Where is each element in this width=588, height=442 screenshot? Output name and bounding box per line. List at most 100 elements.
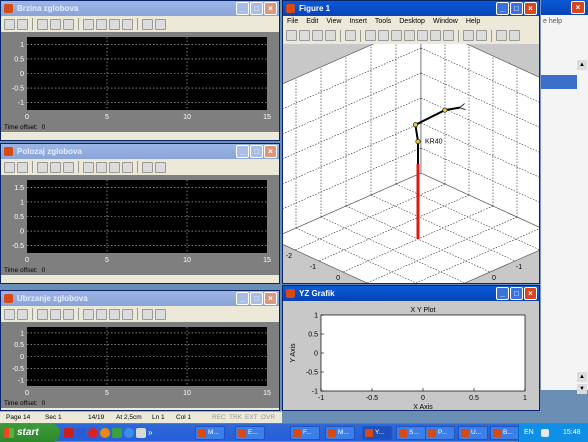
taskbar-button[interactable]: B...	[490, 426, 520, 440]
print-icon[interactable]	[325, 30, 336, 41]
colorbar-icon[interactable]	[463, 30, 474, 41]
zoom-x-icon[interactable]	[50, 308, 61, 320]
pointer-icon[interactable]	[345, 30, 356, 41]
menu-help[interactable]: Help	[466, 16, 480, 28]
start-button[interactable]: start	[0, 424, 60, 442]
show-tools-icon[interactable]	[509, 30, 520, 41]
close-icon[interactable]: ×	[264, 292, 277, 305]
close-icon[interactable]: ×	[264, 2, 277, 15]
restore-axes-icon[interactable]	[109, 18, 120, 30]
maximize-icon[interactable]: □	[250, 292, 263, 305]
parameters-icon[interactable]	[17, 18, 28, 30]
link-icon[interactable]	[443, 30, 454, 41]
legend-icon[interactable]	[476, 30, 487, 41]
print-icon[interactable]	[4, 161, 15, 173]
close-icon[interactable]: ×	[264, 145, 277, 158]
new-icon[interactable]	[286, 30, 297, 41]
menu-edit[interactable]: Edit	[306, 16, 318, 28]
signal-selector-icon[interactable]	[155, 18, 166, 30]
tray-icon[interactable]	[541, 429, 549, 437]
floating-scope-icon[interactable]	[122, 18, 133, 30]
autoscale-icon[interactable]	[83, 18, 94, 30]
save-axes-icon[interactable]	[96, 161, 107, 173]
maximize-icon[interactable]: □	[510, 287, 523, 300]
save-icon[interactable]	[312, 30, 323, 41]
minimize-icon[interactable]: _	[496, 287, 509, 300]
scope-plot[interactable]: 10.50-0.5-10 5 10 15	[1, 322, 279, 408]
signal-selector-icon[interactable]	[155, 308, 166, 320]
3d-plot[interactable]: 210-1-2-2-1012210-1-2ZXYKR40	[251, 22, 566, 306]
print-icon[interactable]	[4, 18, 15, 30]
taskbar-button[interactable]: S...	[396, 426, 426, 440]
restore-axes-icon[interactable]	[109, 308, 120, 320]
close-icon[interactable]: ×	[571, 1, 585, 14]
close-icon[interactable]: ×	[524, 2, 537, 15]
menu-insert[interactable]: Insert	[349, 16, 367, 28]
brush-icon[interactable]	[430, 30, 441, 41]
hide-tools-icon[interactable]	[496, 30, 507, 41]
zoom-y-icon[interactable]	[63, 18, 74, 30]
restore-axes-icon[interactable]	[109, 161, 120, 173]
chevron-right-icon[interactable]: »	[148, 428, 154, 438]
scope-plot[interactable]: 10.50-0.5-10 5 10 15	[1, 32, 279, 132]
zoom-icon[interactable]	[37, 18, 48, 30]
minimize-icon[interactable]: _	[496, 2, 509, 15]
parameters-icon[interactable]	[17, 308, 28, 320]
close-icon[interactable]: ×	[524, 287, 537, 300]
menu-desktop[interactable]: Desktop	[399, 16, 425, 28]
scope-titlebar[interactable]: Brzina zglobova _ □ ×	[1, 1, 279, 16]
zoom-x-icon[interactable]	[50, 18, 61, 30]
menu-tools[interactable]: Tools	[375, 16, 391, 28]
minimize-icon[interactable]: _	[236, 145, 249, 158]
zoom-y-icon[interactable]	[63, 308, 74, 320]
zoom-y-icon[interactable]	[63, 161, 74, 173]
acrobat-icon[interactable]	[64, 428, 74, 438]
zoom-in-icon[interactable]	[365, 30, 376, 41]
taskbar-button[interactable]: F...	[290, 426, 320, 440]
minimize-icon[interactable]: _	[236, 292, 249, 305]
taskbar-button[interactable]: M...	[195, 426, 225, 440]
floating-scope-icon[interactable]	[122, 308, 133, 320]
lock-axes-icon[interactable]	[142, 18, 153, 30]
signal-selector-icon[interactable]	[155, 161, 166, 173]
pan-icon[interactable]	[391, 30, 402, 41]
media-icon[interactable]	[112, 428, 122, 438]
taskbar-button[interactable]: P...	[425, 426, 455, 440]
taskbar-button[interactable]: U...	[458, 426, 488, 440]
opera-icon[interactable]	[88, 428, 98, 438]
save-axes-icon[interactable]	[96, 308, 107, 320]
taskbar-button[interactable]: E...	[235, 426, 265, 440]
menu-view[interactable]: View	[326, 16, 341, 28]
menu-file[interactable]: File	[287, 16, 298, 28]
autoscale-icon[interactable]	[83, 308, 94, 320]
lock-axes-icon[interactable]	[142, 308, 153, 320]
scope-titlebar[interactable]: Ubrzanje zglobova _ □ ×	[1, 291, 279, 306]
ie-icon[interactable]	[124, 428, 134, 438]
firefox-icon[interactable]	[100, 428, 110, 438]
zoom-icon[interactable]	[37, 161, 48, 173]
autoscale-icon[interactable]	[83, 161, 94, 173]
floating-scope-icon[interactable]	[122, 161, 133, 173]
print-icon[interactable]	[4, 308, 15, 320]
rotate-icon[interactable]	[404, 30, 415, 41]
lock-axes-icon[interactable]	[142, 161, 153, 173]
background-window-scroll-up[interactable]: ▲	[577, 60, 587, 70]
save-axes-icon[interactable]	[96, 18, 107, 30]
background-window-scroll-up-lower[interactable]: ▲	[577, 372, 587, 382]
desktop-icon[interactable]	[136, 428, 146, 438]
menu-window[interactable]: Window	[433, 16, 458, 28]
scope-titlebar[interactable]: Polozaj zglobova _ □ ×	[1, 144, 279, 159]
maximize-icon[interactable]: □	[250, 2, 263, 15]
zoom-icon[interactable]	[37, 308, 48, 320]
word-icon[interactable]	[76, 428, 86, 438]
open-icon[interactable]	[299, 30, 310, 41]
taskbar-button[interactable]: M...	[325, 426, 355, 440]
parameters-icon[interactable]	[17, 161, 28, 173]
background-window-scroll-down[interactable]: ▼	[577, 384, 587, 394]
zoom-x-icon[interactable]	[50, 161, 61, 173]
figure-titlebar[interactable]: Figure 1 _ □ ×	[283, 1, 539, 16]
maximize-icon[interactable]: □	[510, 2, 523, 15]
maximize-icon[interactable]: □	[250, 145, 263, 158]
minimize-icon[interactable]: _	[236, 2, 249, 15]
xy-plot[interactable]: X Y Plot -1 -0.5 0 0.5 1 1 0.5 0 -0.5 -1 X Axis Y Ax…	[283, 301, 539, 411]
